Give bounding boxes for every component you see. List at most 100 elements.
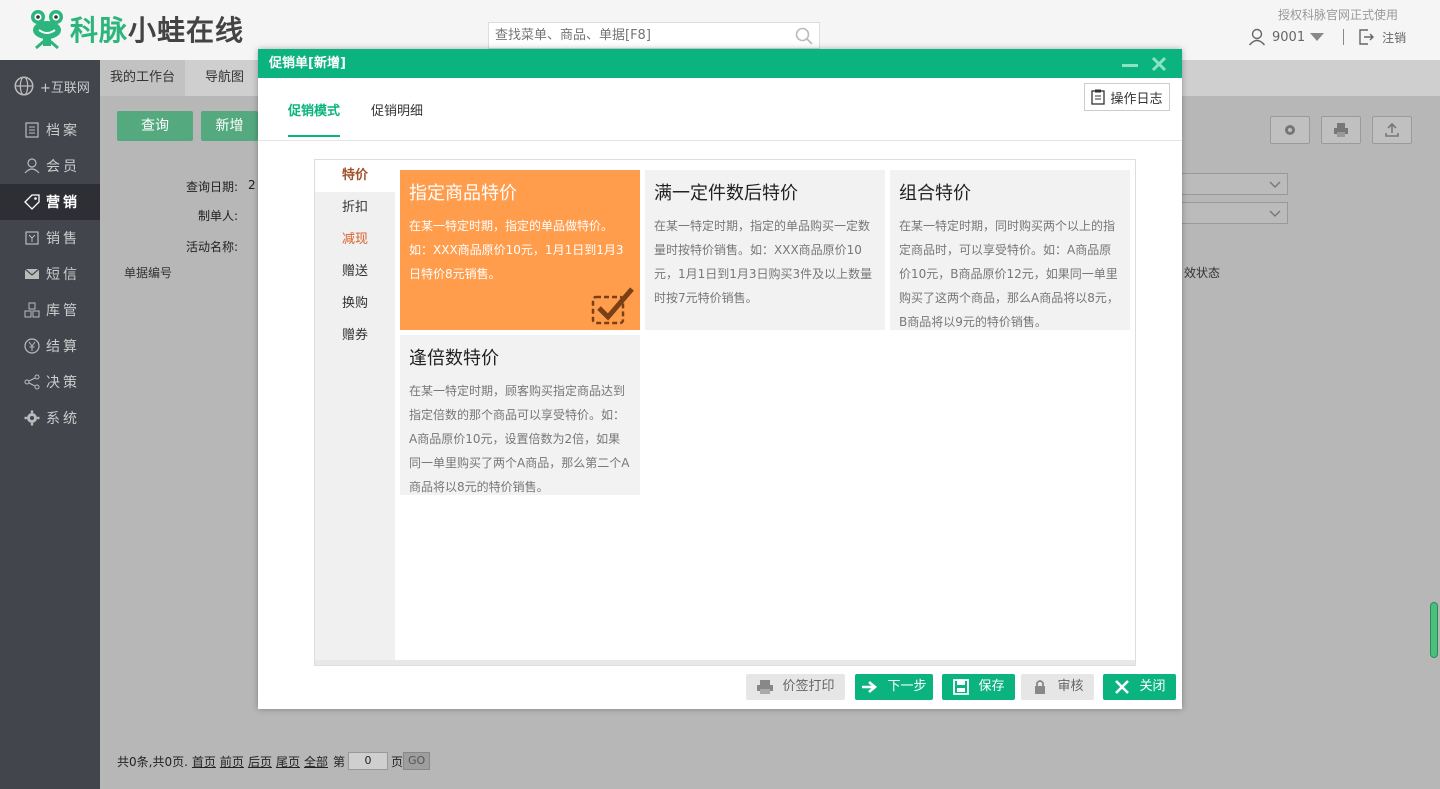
sidebar-item-marketing[interactable]: 营销 — [0, 184, 100, 220]
category-cash-off[interactable]: 减现 — [315, 224, 395, 256]
settings-button[interactable] — [1270, 116, 1310, 144]
caret-down-icon[interactable] — [1309, 32, 1325, 42]
global-search-input[interactable] — [489, 23, 779, 48]
share-nodes-icon — [24, 374, 40, 390]
mode-card-combo-price[interactable]: 组合特价 在某一特定时期，同时购买两个以上的指定商品时，可以享受特价。如：A商品… — [890, 170, 1130, 330]
logo-text-primary: 科脉 — [70, 14, 129, 47]
lock-icon — [1035, 680, 1046, 694]
sidebar: +互联网 档案 会员 营销 销售 短信 库管 结算 决策 系统 — [0, 60, 100, 789]
label-creator: 制单人: — [198, 209, 239, 223]
sidebar-item-sales[interactable]: 销售 — [0, 220, 100, 256]
printer-icon — [757, 680, 774, 694]
tab-promotion-mode[interactable]: 促销模式 — [288, 100, 341, 137]
category-exchange[interactable]: 换购 — [315, 288, 395, 320]
user-id[interactable]: 9001 — [1272, 30, 1305, 45]
save-button[interactable]: 保存 — [942, 674, 1015, 700]
mail-icon — [24, 268, 40, 279]
tag-icon — [24, 194, 40, 210]
category-gift[interactable]: 赠送 — [315, 256, 395, 288]
auth-note: 授权科脉官网正式使用 — [1278, 8, 1399, 22]
pager-page-input[interactable]: 0 — [348, 752, 388, 770]
pager: 共0条,共0页. 首页 前页 后页 尾页 全部 第 0 页 GO — [117, 752, 431, 770]
label-query-date: 查询日期: — [186, 180, 239, 194]
tab-workbench[interactable]: 我的工作台 — [100, 60, 186, 96]
dialog-tabs: 促销模式 促销明细 操作日志 — [258, 78, 1182, 141]
sidebar-item-decision[interactable]: 决策 — [0, 364, 100, 400]
dialog-title: 促销单[新增] — [269, 56, 346, 71]
sidebar-item-label: 决策 — [46, 375, 80, 391]
operation-log-button[interactable]: 操作日志 — [1084, 83, 1170, 111]
sidebar-item-archive[interactable]: 档案 — [0, 112, 100, 148]
tab-navigation[interactable]: 导航图 — [195, 60, 254, 96]
close-icon[interactable] — [1151, 56, 1167, 72]
promotion-dialog: 促销单[新增] 促销模式 促销明细 操作日志 特价 折扣 减现 赠送 换购 赠券 — [258, 49, 1182, 709]
sidebar-item-warehouse[interactable]: 库管 — [0, 292, 100, 328]
clipboard-icon — [1091, 89, 1106, 105]
user-icon — [24, 158, 40, 174]
sidebar-item-label: 会员 — [46, 159, 80, 175]
category-discount[interactable]: 折扣 — [315, 192, 395, 224]
mode-card-multiple-price[interactable]: 逢倍数特价 在某一特定时期，顾客购买指定商品达到指定倍数的那个商品可以享受特价。… — [400, 335, 640, 495]
pager-last[interactable]: 尾页 — [276, 753, 300, 770]
mode-card-designated-price[interactable]: 指定商品特价 在某一特定时期，指定的单品做特价。如：XXX商品原价10元，1月1… — [400, 170, 640, 330]
export-button[interactable] — [1372, 116, 1412, 144]
scrollbar-thumb[interactable] — [1430, 602, 1438, 658]
pager-go-button[interactable]: GO — [403, 752, 431, 770]
chevron-down-icon — [1269, 181, 1281, 188]
sidebar-item-sms[interactable]: 短信 — [0, 256, 100, 292]
mode-card-quantity-price[interactable]: 满一定件数后特价 在某一特定时期，指定的单品购买一定数量时按特价销售。如：XXX… — [645, 170, 885, 330]
category-list: 特价 折扣 减现 赠送 换购 赠券 — [315, 160, 395, 665]
print-button[interactable] — [1321, 116, 1361, 144]
price-label-print-button[interactable]: 价签打印 — [746, 674, 845, 700]
checkmark-icon — [591, 287, 634, 325]
global-search[interactable] — [488, 22, 820, 49]
mode-card-title: 满一定件数后特价 — [654, 183, 798, 204]
sidebar-item-settlement[interactable]: 结算 — [0, 328, 100, 364]
add-button[interactable]: 新增 — [201, 111, 258, 141]
sidebar-item-label: 系统 — [46, 411, 80, 427]
file-icon — [25, 122, 39, 138]
frog-logo-icon — [31, 10, 63, 50]
yen-icon — [24, 338, 40, 354]
save-icon — [953, 679, 970, 695]
printer-icon — [1334, 123, 1348, 137]
dialog-footer: 价签打印 下一步 保存 审核 关闭 — [258, 672, 1182, 702]
app-logo: 科脉小蛙在线 — [28, 8, 244, 50]
promotion-mode-panel: 特价 折扣 减现 赠送 换购 赠券 指定商品特价 在某一特定时期，指定的单品做特… — [314, 159, 1136, 666]
category-coupon[interactable]: 赠券 — [315, 320, 395, 352]
globe-icon — [14, 76, 34, 96]
search-icon[interactable] — [795, 27, 813, 45]
close-icon — [1115, 680, 1130, 694]
panel-bottom-strip — [315, 660, 1135, 665]
sidebar-item-label: 库管 — [46, 303, 80, 319]
receipt-icon — [25, 231, 39, 245]
pager-summary: 共0条,共0页. — [117, 754, 188, 769]
pager-prev[interactable]: 前页 — [220, 753, 244, 770]
mode-card-desc: 在某一特定时期，指定的单品购买一定数量时按特价销售。如：XXX商品原价10元，1… — [654, 219, 873, 305]
label-activity-name: 活动名称: — [186, 240, 239, 254]
pager-next[interactable]: 后页 — [248, 753, 272, 770]
category-special-price[interactable]: 特价 — [315, 160, 395, 192]
sidebar-item-internet[interactable]: +互联网 — [0, 60, 100, 112]
pager-all[interactable]: 全部 — [304, 753, 328, 770]
query-button[interactable]: 查询 — [117, 111, 193, 141]
logout-link[interactable]: 注销 — [1382, 29, 1406, 46]
query-date-value[interactable]: 2 — [248, 178, 256, 192]
audit-button[interactable]: 审核 — [1021, 674, 1094, 700]
sidebar-item-member[interactable]: 会员 — [0, 148, 100, 184]
dialog-header: 促销单[新增] — [258, 49, 1182, 78]
sidebar-item-label: +互联网 — [40, 80, 90, 96]
sidebar-item-label: 结算 — [46, 339, 80, 355]
sidebar-item-label: 短信 — [46, 267, 80, 283]
sidebar-item-label: 档案 — [46, 123, 80, 139]
next-step-button[interactable]: 下一步 — [855, 674, 933, 700]
mode-card-title: 组合特价 — [899, 183, 971, 204]
logout-icon[interactable] — [1358, 28, 1375, 46]
operation-log-label: 操作日志 — [1110, 91, 1163, 107]
pager-first[interactable]: 首页 — [192, 753, 216, 770]
logo-text-secondary: 小蛙在线 — [128, 14, 245, 47]
close-button[interactable]: 关闭 — [1103, 674, 1176, 700]
minimize-icon[interactable] — [1122, 64, 1138, 67]
sidebar-item-system[interactable]: 系统 — [0, 400, 100, 436]
tab-promotion-detail[interactable]: 促销明细 — [371, 100, 423, 135]
